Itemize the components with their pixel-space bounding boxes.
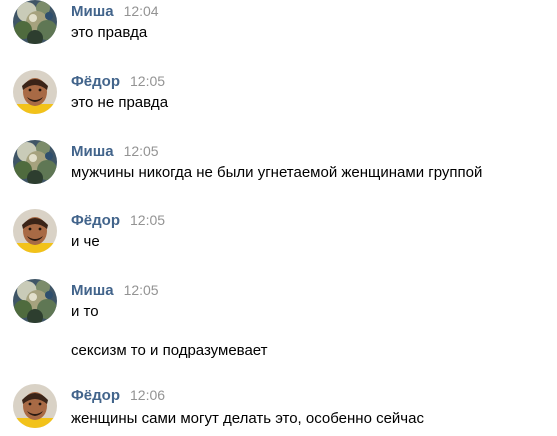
message-text: и то bbox=[71, 303, 99, 320]
message-text: мужчины никогда не были угнетаемой женщи… bbox=[71, 164, 483, 181]
message-timestamp[interactable]: 12:05 bbox=[124, 282, 159, 298]
misha-avatar-icon bbox=[13, 140, 57, 184]
fedor-avatar-icon bbox=[13, 384, 57, 428]
message-item: Фёдор 12:05 это не правда bbox=[0, 70, 557, 130]
author-name-link[interactable]: Миша bbox=[71, 3, 114, 20]
message-item: Фёдор 12:06 женщины сами могут делать это… bbox=[0, 384, 557, 436]
message-timestamp[interactable]: 12:05 bbox=[130, 212, 165, 228]
message-timestamp[interactable]: 12:05 bbox=[124, 143, 159, 159]
author-name-link[interactable]: Фёдор bbox=[71, 212, 120, 229]
avatar-misha-icon[interactable] bbox=[13, 140, 57, 184]
message-item: Миша 12:05 мужчины никогда не были угнета… bbox=[0, 140, 557, 200]
avatar-fedor-icon[interactable] bbox=[13, 384, 57, 428]
message-header: Фёдор 12:06 bbox=[71, 385, 165, 405]
misha-avatar-icon bbox=[13, 0, 57, 44]
author-name-link[interactable]: Миша bbox=[71, 282, 114, 299]
message-text: и че bbox=[71, 233, 100, 250]
message-timestamp[interactable]: 12:06 bbox=[130, 387, 165, 403]
avatar-fedor-icon[interactable] bbox=[13, 209, 57, 253]
fedor-avatar-icon bbox=[13, 209, 57, 253]
message-text: женщины сами могут делать это, особенно … bbox=[71, 410, 424, 427]
message-item: Миша 12:05 и то сексизм то и подразумевае… bbox=[0, 279, 557, 369]
message-text: сексизм то и подразумевает bbox=[71, 342, 268, 359]
message-timestamp[interactable]: 12:04 bbox=[124, 3, 159, 19]
author-name-link[interactable]: Фёдор bbox=[71, 73, 120, 90]
message-header: Миша 12:04 bbox=[71, 1, 159, 21]
message-item: Фёдор 12:05 и че bbox=[0, 209, 557, 269]
message-header: Фёдор 12:05 bbox=[71, 210, 165, 230]
message-item: Миша 12:04 это правда bbox=[0, 0, 557, 60]
message-header: Миша 12:05 bbox=[71, 141, 159, 161]
chat-history: Миша 12:04 это правда Фёдор 12:05 это не п… bbox=[0, 0, 557, 436]
message-header: Миша 12:05 bbox=[71, 280, 159, 300]
avatar-fedor-icon[interactable] bbox=[13, 70, 57, 114]
avatar-misha-icon[interactable] bbox=[13, 0, 57, 44]
message-text: это не правда bbox=[71, 94, 169, 111]
author-name-link[interactable]: Фёдор bbox=[71, 387, 120, 404]
author-name-link[interactable]: Миша bbox=[71, 143, 114, 160]
fedor-avatar-icon bbox=[13, 70, 57, 114]
message-header: Фёдор 12:05 bbox=[71, 71, 165, 91]
message-timestamp[interactable]: 12:05 bbox=[130, 73, 165, 89]
message-text: это правда bbox=[71, 24, 148, 41]
misha-avatar-icon bbox=[13, 279, 57, 323]
avatar-misha-icon[interactable] bbox=[13, 279, 57, 323]
